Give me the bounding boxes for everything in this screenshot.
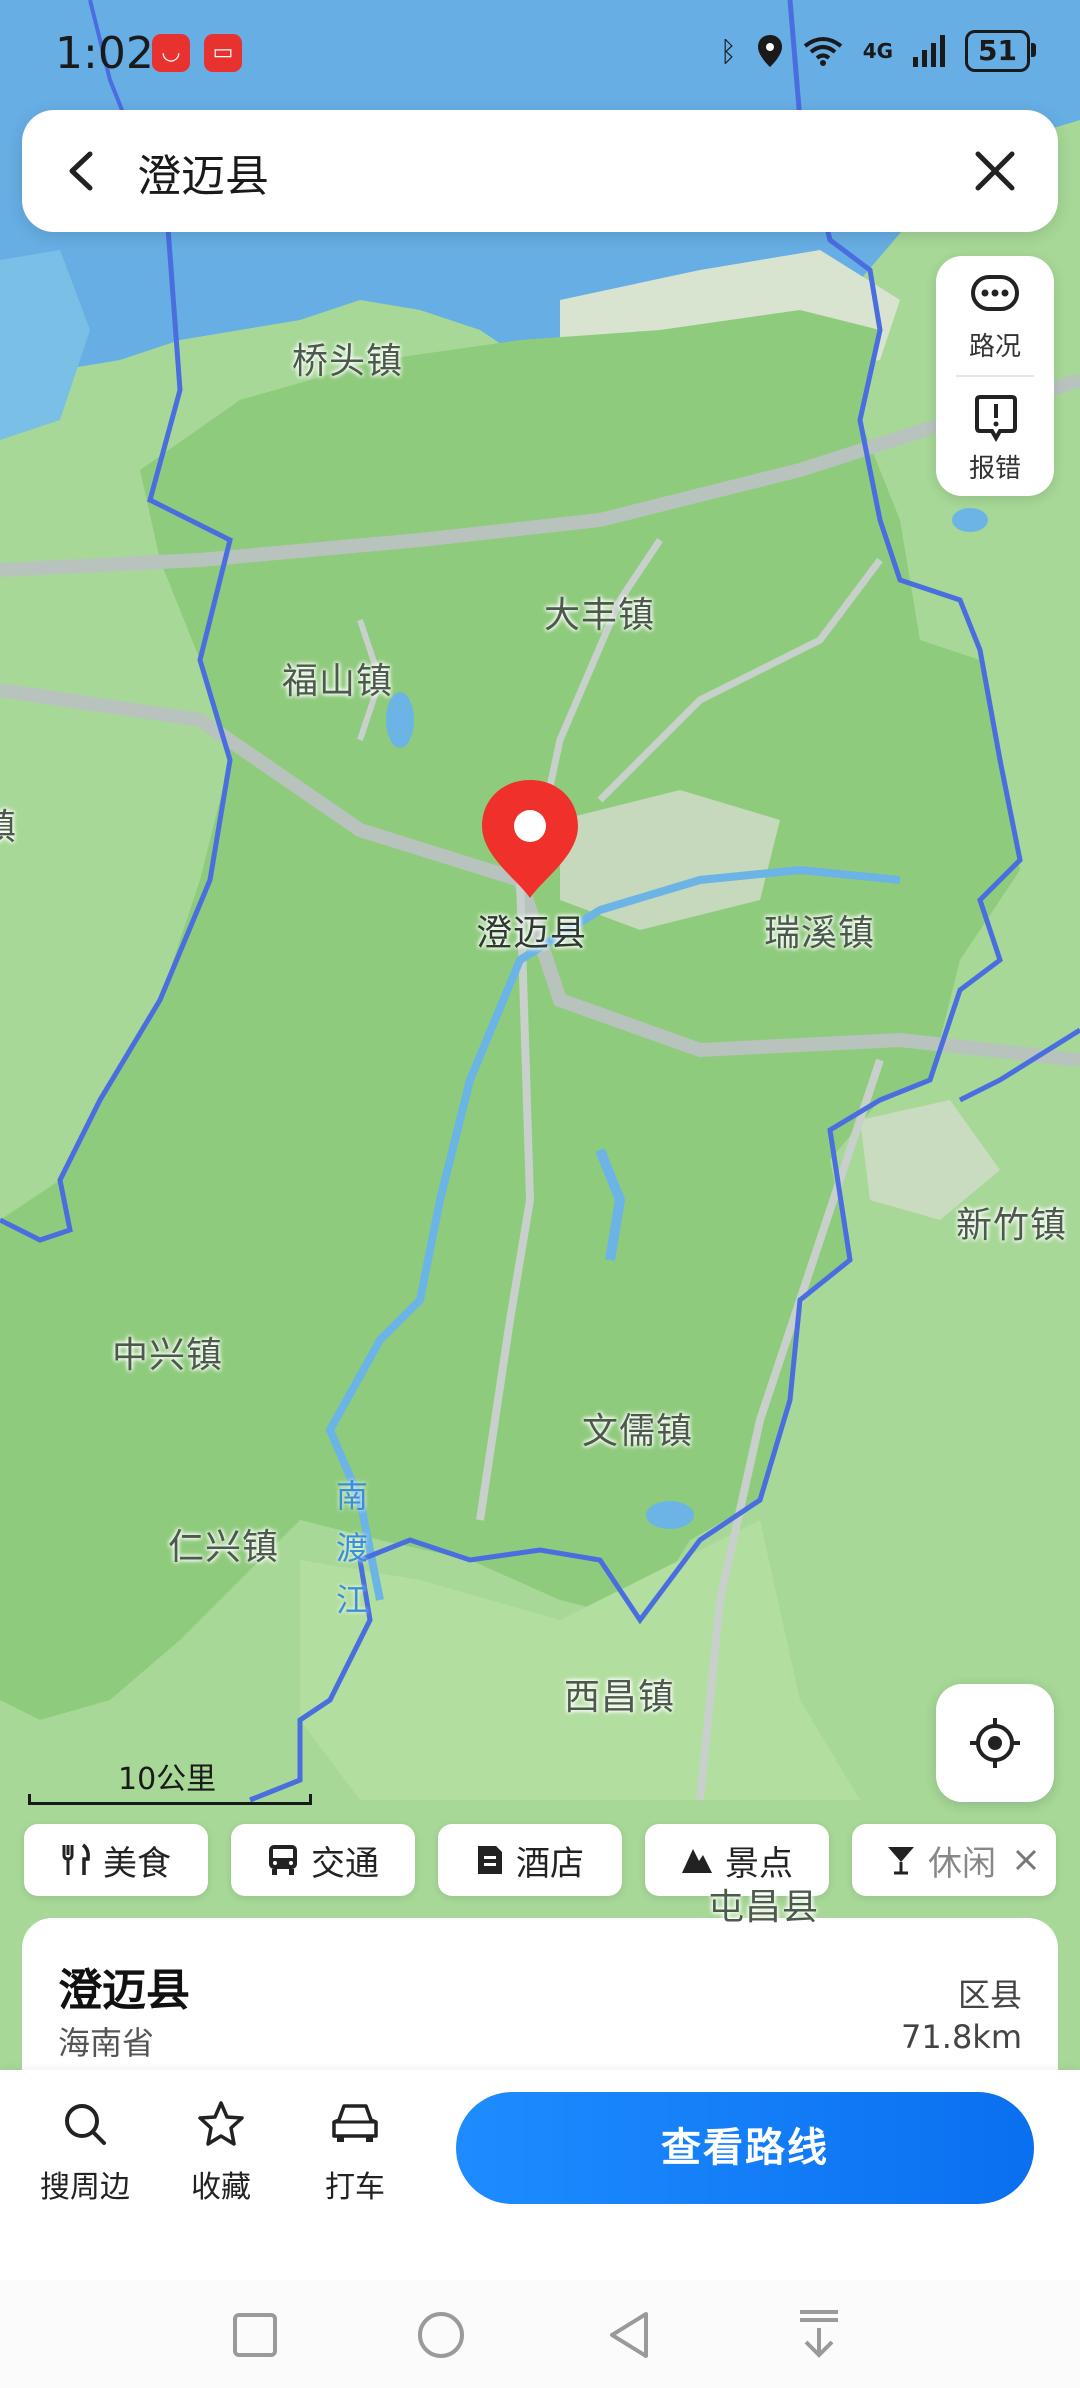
town-label[interactable]: 福山镇 (282, 652, 393, 704)
status-bar: 1:02 ◡ ▭ ᛒ 4G 51 (0, 0, 1080, 110)
bus-icon (269, 1845, 297, 1875)
network-type: 4G (862, 39, 894, 63)
search-input[interactable]: 澄迈县 (137, 140, 269, 204)
river-label: 南渡江 (336, 1477, 369, 1619)
locate-button[interactable] (936, 1684, 1054, 1802)
back-icon[interactable] (60, 148, 106, 194)
action-label: 收藏 (191, 2170, 251, 2205)
notification-drawer-icon[interactable] (796, 2308, 842, 2362)
recent-apps-icon[interactable] (232, 2312, 278, 2358)
map-scale-label: 10公里 (118, 1762, 217, 1797)
category-label: 交通 (311, 1843, 379, 1884)
home-icon[interactable] (416, 2310, 466, 2360)
town-label[interactable]: 新竹镇 (956, 1196, 1067, 1248)
search-icon (65, 2104, 106, 2145)
marker-label[interactable]: 澄迈县 (476, 904, 587, 956)
wifi-icon (803, 37, 842, 66)
location-marker[interactable] (478, 776, 582, 902)
town-label[interactable]: 西昌镇 (564, 1668, 675, 1720)
notification-app-icon: ◡ (152, 34, 190, 72)
traffic-button[interactable]: 路况 (936, 256, 1054, 374)
action-label: 搜周边 (40, 2170, 130, 2205)
place-distance: 71.8km (901, 2018, 1022, 2056)
town-label[interactable]: 镇 (0, 798, 17, 850)
battery-indicator: 51 (965, 30, 1036, 72)
place-province: 海南省 (58, 2024, 155, 2062)
traffic-icon (971, 275, 1019, 311)
town-label[interactable]: 大丰镇 (544, 586, 655, 638)
back-nav-icon[interactable] (606, 2310, 652, 2360)
town-label[interactable]: 桥头镇 (292, 332, 403, 384)
close-icon[interactable] (972, 148, 1018, 194)
category-label: 酒店 (516, 1843, 584, 1884)
car-icon (332, 2104, 378, 2142)
map-tools-panel: 路况 报错 (936, 256, 1054, 496)
search-nearby-button[interactable]: 搜周边 (30, 2100, 140, 2206)
category-chip-food[interactable]: 美食 (24, 1824, 208, 1896)
town-label[interactable]: 仁兴镇 (168, 1518, 279, 1570)
favorite-button[interactable]: 收藏 (166, 2100, 276, 2206)
mountain-icon (682, 1849, 712, 1873)
category-label: 美食 (103, 1843, 171, 1884)
notification-book-icon: ▭ (204, 34, 242, 72)
search-bar[interactable]: 澄迈县 (22, 110, 1058, 232)
close-icon[interactable] (1014, 1848, 1038, 1872)
town-label[interactable]: 屯昌县 (708, 1878, 819, 1930)
crosshair-icon (970, 1718, 1020, 1768)
view-route-button[interactable]: 查看路线 (456, 2092, 1034, 2204)
category-chip-leisure[interactable]: 休闲 (852, 1824, 1056, 1896)
map-scale-bar (28, 1794, 312, 1805)
system-nav-bar (0, 2280, 1080, 2388)
town-label[interactable]: 瑞溪镇 (764, 904, 875, 956)
category-chip-transport[interactable]: 交通 (231, 1824, 415, 1896)
cocktail-icon (888, 1847, 914, 1875)
report-label: 报错 (968, 454, 1021, 484)
divider (956, 375, 1034, 377)
location-icon (757, 35, 782, 67)
report-icon (975, 395, 1017, 442)
category-chip-hotel[interactable]: 酒店 (438, 1824, 622, 1896)
category-label: 休闲 (928, 1843, 996, 1884)
action-label: 打车 (325, 2170, 385, 2205)
town-label[interactable]: 文儒镇 (582, 1402, 693, 1454)
taxi-button[interactable]: 打车 (300, 2100, 410, 2206)
signal-icon (913, 35, 946, 67)
map-pin-icon (482, 780, 578, 898)
bluetooth-icon: ᛒ (719, 34, 737, 68)
fork-knife-icon (62, 1843, 90, 1875)
town-label[interactable]: 中兴镇 (112, 1326, 223, 1378)
place-type: 区县 (957, 1976, 1022, 2014)
traffic-label: 路况 (968, 332, 1021, 362)
report-error-button[interactable]: 报错 (936, 378, 1054, 496)
clock: 1:02 (55, 28, 154, 79)
star-icon (198, 2101, 244, 2146)
status-indicators: ᛒ 4G 51 (719, 30, 1036, 72)
hotel-icon (478, 1846, 502, 1874)
place-name: 澄迈县 (58, 1965, 190, 2016)
